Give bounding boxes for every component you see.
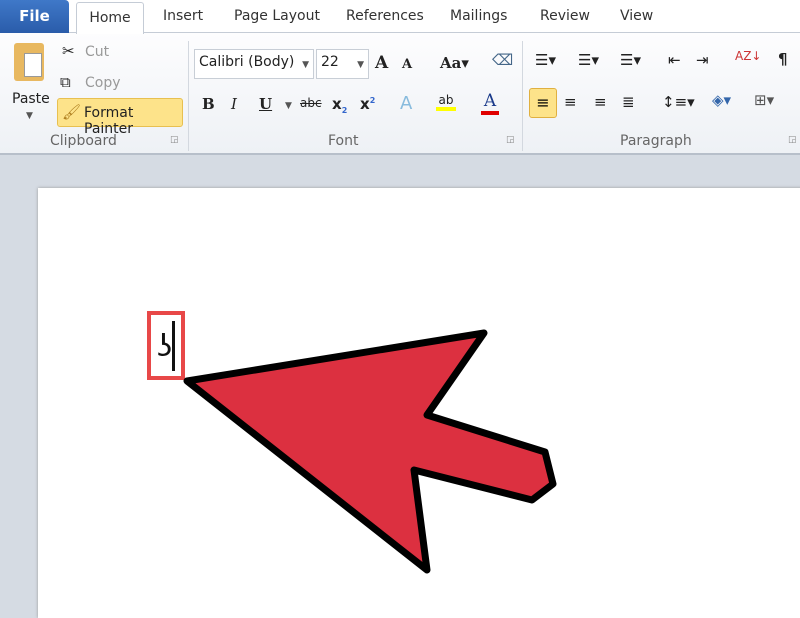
tab-home[interactable]: Home bbox=[76, 2, 144, 34]
pointer-arrow bbox=[183, 329, 557, 574]
arrow-shape bbox=[183, 329, 557, 574]
